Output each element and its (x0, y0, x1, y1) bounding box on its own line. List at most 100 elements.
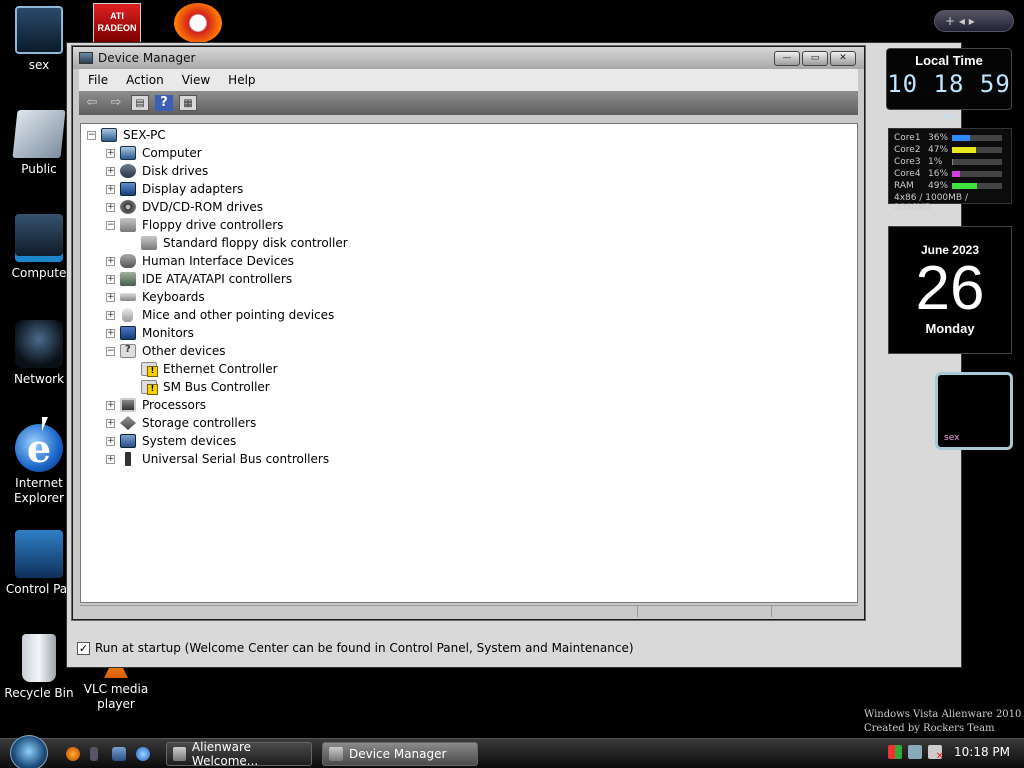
device-category[interactable]: + Keyboards (106, 288, 205, 306)
cpu-meter-name: RAM (894, 181, 914, 191)
expand-icon[interactable]: + (106, 184, 115, 194)
volume-muted-icon[interactable]: ✕ (928, 745, 944, 762)
slideshow-gadget[interactable]: sex (935, 372, 1013, 450)
collapse-icon[interactable]: − (106, 220, 115, 230)
ccleaner-icon[interactable] (174, 3, 222, 43)
tree-root[interactable]: − SEX-PC (87, 126, 166, 144)
calendar-gadget[interactable]: June 2023 26 Monday (888, 226, 1012, 354)
device-item[interactable]: Standard floppy disk controller (141, 234, 348, 252)
network-tray-icon[interactable] (908, 745, 922, 759)
run-at-startup-checkbox[interactable]: ✓ (77, 641, 90, 655)
expand-icon[interactable]: + (106, 148, 115, 158)
device-category[interactable]: + Processors (106, 396, 206, 414)
expand-icon[interactable]: + (106, 292, 115, 302)
device-item[interactable]: SM Bus Controller (141, 378, 270, 396)
firefox-quicklaunch-icon[interactable] (66, 747, 80, 761)
collapse-icon[interactable]: − (106, 346, 115, 356)
taskbar-button-device-manager[interactable]: Device Manager (322, 742, 478, 766)
status-bar (80, 605, 858, 617)
device-category[interactable]: + IDE ATA/ATAPI controllers (106, 270, 292, 288)
show-hide-console-tree-icon[interactable]: ▤ (131, 95, 149, 111)
display-adapter-icon (120, 182, 136, 196)
minimize-button[interactable]: — (774, 50, 800, 66)
expand-icon[interactable]: + (106, 454, 115, 464)
device-category[interactable]: + Disk drives (106, 162, 208, 180)
clock-title: Local Time (915, 53, 983, 68)
floppy-controller-icon (120, 218, 136, 232)
cpu-meter-bar (952, 147, 1002, 153)
cpu-meter-row: Core4 16% (894, 168, 1006, 180)
expand-icon[interactable]: + (106, 328, 115, 338)
device-category[interactable]: + Storage controllers (106, 414, 256, 432)
device-icon (141, 236, 157, 250)
menu-help[interactable]: Help (219, 73, 264, 87)
help-icon[interactable]: ? (155, 95, 173, 111)
forward-arrow-icon[interactable]: ⇨ (107, 95, 125, 111)
cpu-meter-fill (952, 135, 970, 141)
taskbar-button-welcome[interactable]: Alienware Welcome... (166, 740, 312, 768)
cpu-meter-name: Core3 (894, 157, 921, 167)
title-bar[interactable]: Device Manager — ▭ ✕ (73, 47, 864, 69)
device-manager-window[interactable]: Device Manager — ▭ ✕ File Action View He… (72, 46, 865, 620)
menu-action[interactable]: Action (117, 73, 173, 87)
back-arrow-icon[interactable]: ⇦ (83, 95, 101, 111)
cpu-meter-bar (952, 159, 1002, 165)
properties-icon[interactable]: ▦ (179, 95, 197, 111)
ati-radeon-icon[interactable]: ATI RADEON (93, 3, 141, 43)
disk-drive-icon (120, 164, 136, 178)
start-button[interactable] (10, 735, 48, 768)
slideshow-caption: sex (944, 433, 960, 443)
maximize-button[interactable]: ▭ (802, 50, 828, 66)
show-desktop-icon[interactable] (90, 747, 98, 761)
menu-view[interactable]: View (173, 73, 219, 87)
expand-icon[interactable]: + (106, 202, 115, 212)
desktop-icon-label: Recycle Bin (4, 686, 74, 700)
status-pane (638, 606, 772, 617)
device-category[interactable]: − Other devices (106, 342, 226, 360)
device-category[interactable]: + Monitors (106, 324, 194, 342)
cpu-meter-gadget[interactable]: Core1 36% Core2 47% Core3 1% Core4 16% RAM 49% 4x… (888, 128, 1012, 213)
device-category-label: Display adapters (142, 182, 244, 196)
device-category[interactable]: + Universal Serial Bus controllers (106, 450, 329, 468)
network-icon (15, 320, 63, 368)
clock-gadget[interactable]: Local Time 10 18 59 PM (886, 48, 1012, 122)
cpu-meter-fill (952, 147, 976, 153)
device-item[interactable]: Ethernet Controller (141, 360, 278, 378)
collapse-icon[interactable]: − (87, 130, 96, 140)
expand-icon[interactable]: + (106, 436, 115, 446)
device-category-label: Floppy drive controllers (142, 218, 284, 232)
close-button[interactable]: ✕ (830, 50, 856, 66)
toolbar: ⇦ ⇨ ▤ ? ▦ (79, 91, 858, 115)
expand-icon[interactable]: + (106, 418, 115, 428)
device-category[interactable]: − Floppy drive controllers (106, 216, 283, 234)
expand-icon[interactable]: + (106, 166, 115, 176)
taskbar-clock[interactable]: 10:18 PM (954, 745, 1010, 759)
device-category[interactable]: + Human Interface Devices (106, 252, 294, 270)
device-category[interactable]: + Computer (106, 144, 202, 162)
computer-icon (15, 214, 63, 262)
cpu-meter-bar (952, 171, 1002, 177)
monitor-icon (120, 326, 136, 340)
expand-icon[interactable]: + (106, 310, 115, 320)
device-tree[interactable]: − SEX-PC + Computer + Disk drives + Display a… (80, 123, 858, 603)
device-category[interactable]: + System devices (106, 432, 236, 450)
run-at-startup-option[interactable]: ✓ Run at startup (Welcome Center can be … (77, 641, 634, 655)
switch-windows-icon[interactable] (112, 747, 126, 761)
public-folder-icon (12, 110, 66, 158)
document-icon (173, 747, 186, 761)
expand-icon[interactable]: + (106, 256, 115, 266)
user-folder-icon (15, 6, 63, 54)
windows-flag-icon[interactable] (888, 745, 902, 759)
device-category[interactable]: + Display adapters (106, 180, 243, 198)
expand-icon[interactable]: + (106, 400, 115, 410)
menu-file[interactable]: File (79, 73, 117, 87)
calendar-weekday: Monday (925, 321, 975, 336)
cpu-meter-row: Core2 47% (894, 144, 1006, 156)
cpu-meter-bar (952, 135, 1002, 141)
sidebar-controls[interactable]: + ◂ ▸ (934, 10, 1014, 32)
taskbar-button-label: Alienware Welcome... (191, 740, 259, 768)
expand-icon[interactable]: + (106, 274, 115, 284)
device-category[interactable]: + DVD/CD-ROM drives (106, 198, 263, 216)
device-category[interactable]: + Mice and other pointing devices (106, 306, 334, 324)
ie-quicklaunch-icon[interactable] (136, 747, 150, 761)
